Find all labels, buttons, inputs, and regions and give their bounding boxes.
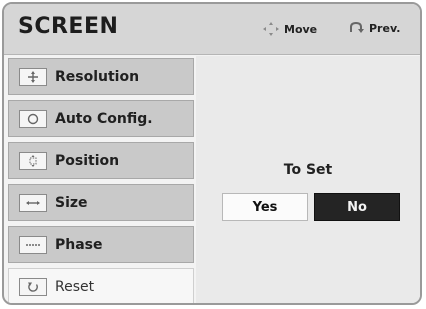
menu-item-label: Phase [55,236,103,253]
no-button[interactable]: No [314,193,400,221]
move-label: Move [284,22,318,36]
menu-item-label: Reset [55,278,95,295]
menu-item-label: Size [55,194,88,211]
menu-item-position[interactable]: Position [8,142,194,179]
menu-item-resolution[interactable]: Resolution [8,58,194,95]
menu-item-label: Position [55,152,120,169]
menu-item-auto-config[interactable]: Auto Config. [8,100,194,137]
screen-menu-window: SCREEN Move Prev. Resolution Auto Config… [2,2,422,305]
page-title: SCREEN [18,14,119,39]
size-icon [19,193,47,212]
position-icon [19,151,47,170]
move-hint: Move [262,21,317,37]
auto-config-icon [19,109,47,128]
menu-item-size[interactable]: Size [8,184,194,221]
header-bar: SCREEN Move Prev. [4,4,420,55]
menu-item-label: Resolution [55,68,140,85]
prev-label: Prev. [369,21,401,35]
back-arrow-icon [347,21,365,35]
menu-item-phase[interactable]: Phase [8,226,194,263]
menu-list: Resolution Auto Config. Position Size Ph… [8,58,194,303]
menu-item-label: Auto Config. [55,110,153,127]
content-panel: To Set Yes No [196,56,420,303]
menu-item-reset[interactable]: Reset [8,268,194,303]
move-arrows-icon [262,21,280,37]
reset-icon [19,277,47,296]
phase-icon [19,235,47,254]
resolution-icon [19,67,47,86]
yes-button[interactable]: Yes [222,193,308,221]
prev-hint: Prev. [347,21,400,35]
prompt-label: To Set [283,162,333,178]
